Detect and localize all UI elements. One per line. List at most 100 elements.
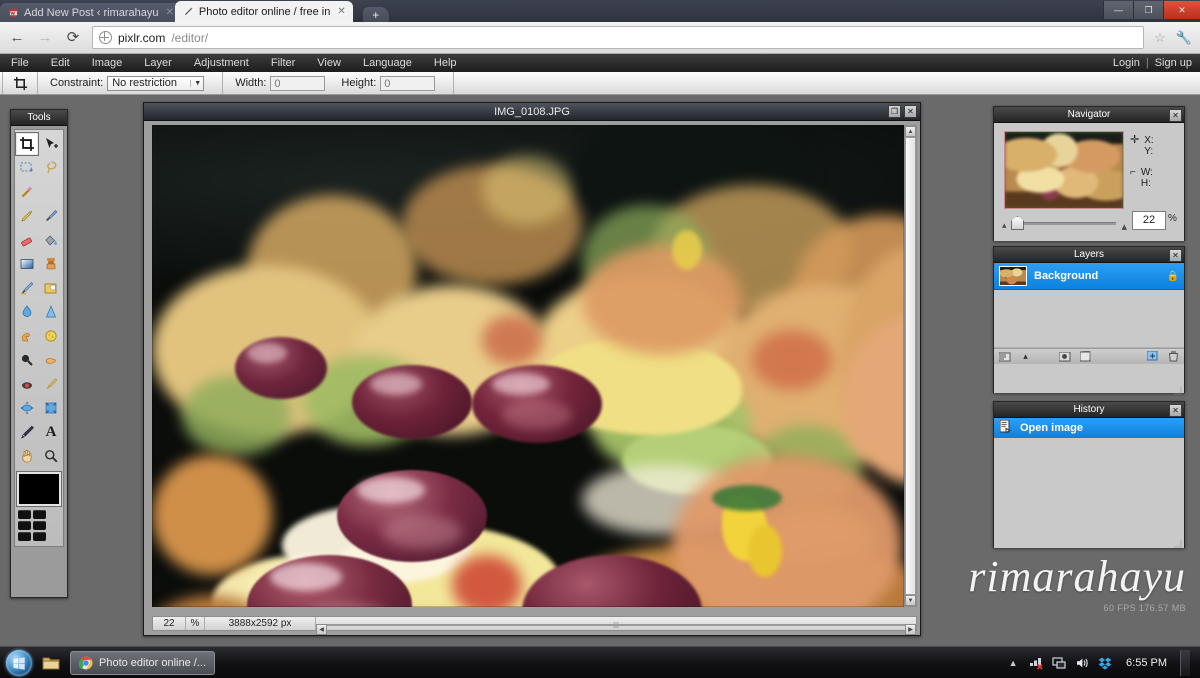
add-layer-icon[interactable] [1146,351,1159,362]
tool-paint-bucket[interactable] [39,228,63,252]
tool-sharpen[interactable] [39,300,63,324]
tool-dodge[interactable] [15,348,39,372]
tool-eraser[interactable] [15,228,39,252]
palette-dot[interactable] [18,510,31,519]
back-icon[interactable]: ← [8,30,26,45]
menu-edit[interactable]: Edit [40,54,81,72]
maximize-button[interactable]: ❐ [1133,1,1163,19]
palette-dot[interactable] [33,532,46,541]
tool-pinch[interactable] [39,396,63,420]
wrench-icon[interactable]: 🔧 [1176,30,1192,46]
tool-wand-select[interactable] [15,180,39,204]
color-swatch-wrap[interactable] [17,472,61,506]
toggle-mask-icon[interactable] [1058,351,1071,362]
login-link[interactable]: Login [1113,57,1140,69]
menu-image[interactable]: Image [81,54,134,72]
layer-settings-icon[interactable] [998,351,1011,362]
tool-doodle[interactable] [15,420,39,444]
tool-smudge[interactable] [15,324,39,348]
menu-view[interactable]: View [306,54,352,72]
explorer-icon[interactable] [40,652,62,674]
canvas-vertical-scrollbar[interactable]: ▲ ▼ [904,125,917,607]
signup-link[interactable]: Sign up [1155,57,1192,69]
menu-help[interactable]: Help [423,54,468,72]
tool-type[interactable]: A [39,420,63,444]
palette-dot[interactable] [18,521,31,530]
vertical-scroll-thumb[interactable] [905,137,916,595]
close-icon[interactable]: ✕ [1169,249,1182,262]
reload-icon[interactable]: ⟳ [64,30,82,45]
scroll-down-button[interactable]: ▼ [905,595,916,606]
height-input[interactable]: 0 [380,75,436,91]
tool-red-eye[interactable] [15,372,39,396]
new-tab-button[interactable]: + [362,7,389,22]
display-icon[interactable] [1051,655,1067,671]
tab-photo-editor[interactable]: Photo editor online / free in ✕ [174,1,353,22]
navigator-zoom-input[interactable]: 22 [1132,211,1166,230]
small-mountain-icon[interactable]: ▴ [1002,220,1007,231]
tool-move[interactable] [39,132,63,156]
lock-icon[interactable]: 🔒 [1167,271,1179,282]
dropbox-icon[interactable] [1097,655,1113,671]
tool-clone-stamp[interactable] [39,252,63,276]
tool-bloat[interactable] [15,396,39,420]
tool-blur[interactable] [15,300,39,324]
horizontal-scroll-thumb[interactable]: ▥ [327,622,905,629]
color-palette[interactable] [17,509,61,542]
blend-dropdown-icon[interactable]: ▴ [1019,351,1032,362]
tool-zoom[interactable] [39,444,63,468]
status-zoom-value[interactable]: 22 [153,617,186,630]
menu-file[interactable]: File [0,54,40,72]
delete-layer-icon[interactable] [1167,351,1180,362]
scroll-left-button[interactable]: ◀ [316,623,327,635]
tab-add-new-post[interactable]: Add New Post ‹ rimarahayu ✕ [0,3,181,22]
close-icon[interactable]: ✕ [1169,109,1182,122]
add-mask-icon[interactable] [1079,351,1092,362]
tool-crop[interactable] [15,132,39,156]
zoom-slider-knob[interactable] [1011,216,1024,230]
zoom-slider-track[interactable] [1016,222,1116,225]
close-button[interactable]: ✕ [1163,1,1200,19]
tool-gradient[interactable] [15,252,39,276]
palette-dot[interactable] [18,532,31,541]
width-input[interactable]: 0 [270,75,326,91]
constraint-select[interactable]: No restriction ▼ [107,75,205,91]
image-window-titlebar[interactable]: IMG_0108.JPG ❐ ✕ [144,103,920,121]
resize-grip-icon[interactable] [1173,382,1182,395]
palette-dot[interactable] [33,521,46,530]
tool-hand[interactable] [15,444,39,468]
windows-start-orb-icon[interactable] [6,649,32,676]
close-icon[interactable]: ✕ [904,105,917,118]
menu-language[interactable]: Language [352,54,423,72]
taskbar-task-chrome[interactable]: Photo editor online /... [70,650,216,675]
tool-burn[interactable] [39,348,63,372]
resize-grip-icon[interactable] [1173,535,1182,548]
tab-close-icon[interactable]: ✕ [166,7,174,18]
tray-expand-icon[interactable]: ▲ [1005,655,1021,671]
close-icon[interactable]: ✕ [1169,404,1182,417]
history-row-open-image[interactable]: Open image [994,418,1184,438]
palette-dot[interactable] [33,510,46,519]
image-canvas[interactable] [152,125,904,607]
scroll-right-button[interactable]: ▶ [905,623,916,635]
network-error-icon[interactable] [1028,655,1044,671]
tool-brush[interactable] [39,204,63,228]
address-bar[interactable]: pixlr.com/editor/ [92,26,1145,49]
tab-close-icon[interactable]: ✕ [337,6,345,17]
taskbar-clock[interactable]: 6:55 PM [1120,657,1173,669]
tool-spot-heal[interactable] [39,372,63,396]
scroll-up-button[interactable]: ▲ [905,126,916,137]
menu-adjustment[interactable]: Adjustment [183,54,260,72]
tool-drawing[interactable] [39,276,63,300]
star-icon[interactable]: ☆ [1154,30,1166,46]
show-desktop-button[interactable] [1180,649,1190,676]
tool-marquee-select[interactable] [15,156,39,180]
volume-icon[interactable] [1074,655,1090,671]
menu-filter[interactable]: Filter [260,54,306,72]
minimize-button[interactable]: — [1103,1,1133,19]
tool-color-replace[interactable] [15,276,39,300]
menu-layer[interactable]: Layer [133,54,183,72]
large-mountain-icon[interactable]: ▴ [1121,220,1127,233]
tool-lasso[interactable] [39,156,63,180]
navigator-thumbnail[interactable] [1004,131,1124,209]
